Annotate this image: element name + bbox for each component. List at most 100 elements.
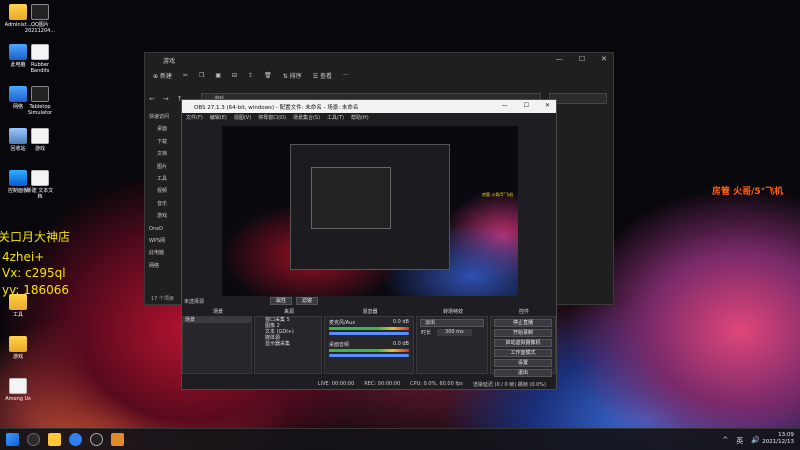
rename-icon[interactable]: ⊟ [232,72,237,79]
nav-item[interactable]: 快速访问 [149,111,183,123]
nav-item[interactable]: 网络 [149,260,183,272]
scenes-panel: 场景 场景 [182,309,252,374]
forward-icon[interactable]: → [163,95,169,103]
doc-icon [31,128,49,144]
desktop-icon[interactable]: QQ图片 20211204... [18,4,62,34]
copy-icon[interactable]: ❐ [199,72,204,79]
track-level: 0.0 dB [392,319,409,325]
nav-item[interactable]: 此电脑 [149,247,183,259]
nav-item[interactable]: 音乐 [149,198,183,210]
desktop-icon-label: 游戏 [34,146,45,152]
obs-menu-item[interactable]: 停靠窗口(D) [258,114,286,121]
obs-maximize-icon[interactable]: ☐ [524,102,529,109]
source-item[interactable]: 显示器采集 [255,341,321,347]
close-icon[interactable]: ✕ [601,55,607,63]
control-button[interactable]: 启动虚拟摄像机 [494,339,552,347]
nav-item[interactable]: 工具 [149,173,183,185]
start-icon[interactable] [6,433,19,446]
tray-icon[interactable]: 🔊 [751,436,760,446]
nested-obs-preview [290,144,450,270]
volume-slider[interactable] [329,332,409,335]
desktop-icon-label: Tabletop Simulator [27,104,53,116]
desktop-icon[interactable]: Among Us [0,378,40,402]
cpu-fps: CPU: 0.0%, 60.00 fps [410,381,463,387]
desktop-icon[interactable]: 工具 [0,294,40,318]
track-level: 0.0 dB [392,341,409,347]
obs-close-icon[interactable]: ✕ [545,102,550,109]
control-button[interactable]: 开始录制 [494,329,552,337]
control-button[interactable]: 工作室模式 [494,349,552,357]
control-button[interactable]: 停止直播 [494,319,552,327]
view-button[interactable]: ☰ 查看 [313,71,332,80]
more-button[interactable]: ··· [343,72,349,79]
obs-minimize-icon[interactable]: — [502,102,508,109]
track-name: 麦克风/Aux [329,320,356,326]
tray-icon[interactable]: ^ [722,436,728,446]
control-button[interactable]: 设置 [494,359,552,367]
obs-preview[interactable]: 房管 火哥/5°飞机 [222,126,518,296]
obs-menu-item[interactable]: 视图(V) [234,114,251,121]
explorer-title: 游戏 [163,57,176,65]
mixer-track: 麦克风/Aux 0.0 dB [325,317,413,335]
controls-header: 控件 [518,309,529,315]
obs-menu-item[interactable]: 文件(F) [186,114,203,121]
dark-icon [31,86,49,102]
nav-item[interactable]: OneD [149,223,183,235]
sort-button[interactable]: ⇅ 排序 [283,71,302,80]
transitions-header: 转场特效 [442,309,463,315]
scene-item[interactable]: 场景 [183,317,251,323]
share-icon[interactable]: ⇪ [248,72,253,79]
edge-taskbar-icon[interactable] [69,433,82,446]
obs-menu-item[interactable]: 帮助(H) [351,114,369,121]
properties-button[interactable]: 属性 [270,297,292,305]
search-input[interactable] [549,93,607,104]
transition-select[interactable]: 淡出 [420,319,484,327]
control-button[interactable]: 退出 [494,369,552,377]
nav-item[interactable]: 游戏 [149,210,183,222]
desktop-icon[interactable]: 游戏 [18,128,62,152]
clock[interactable]: 13:09 2021/12/13 [762,432,794,446]
nav-item[interactable]: 图片 [149,161,183,173]
delete-icon[interactable]: 🗑 [264,72,272,79]
desktop-icon[interactable]: Rubber Bandits [18,44,62,74]
volume-slider[interactable] [329,354,409,357]
desktop-icon-label: 新建 文本文 档 [26,188,54,200]
clock-time: 13:09 [778,432,794,438]
obs-title: OBS 27.1.3 (64-bit, windows) - 配置文件: 未命名… [194,104,359,111]
paste-icon[interactable]: ▣ [215,72,221,79]
nav-item[interactable]: 文档 [149,148,183,160]
preview-overlay-text: 房管 火哥/5°飞机 [482,192,514,197]
app-taskbar-icon[interactable] [111,433,124,446]
obs-menu-item[interactable]: 场景集合(S) [293,114,320,121]
duration-input[interactable]: 300 ms [437,329,472,336]
search-icon[interactable] [27,433,40,446]
file-explorer-taskbar-icon[interactable] [48,433,61,446]
nav-item[interactable]: 桌面 [149,123,183,135]
obs-menu-item[interactable]: 工具(T) [327,114,344,121]
obs-taskbar-icon[interactable] [90,433,103,446]
obs-window: OBS 27.1.3 (64-bit, windows) - 配置文件: 未命名… [181,99,557,390]
maximize-icon[interactable]: ☐ [579,55,585,63]
filters-button[interactable]: 滤镜 [296,297,318,305]
nav-item[interactable]: WPS网 [149,235,183,247]
desktop-icon-label: Rubber Bandits [30,62,50,74]
transitions-panel: 转场特效 淡出 时长 300 ms [416,309,488,374]
sort-label: 排序 [289,73,302,80]
desktop-icon-label: 游戏 [12,354,23,360]
view-label: 查看 [319,73,332,80]
desktop-icon[interactable]: Tabletop Simulator [18,86,62,116]
overlay-right-text: 房管 火哥/5°飞机 [712,187,784,197]
cut-icon[interactable]: ✂ [183,72,188,79]
volume-meter [329,327,409,330]
minimize-icon[interactable]: — [556,55,563,63]
tray-icon[interactable]: 英 [736,436,743,446]
new-button[interactable]: ⊕ 新建 [153,71,172,80]
nav-item[interactable]: 下载 [149,136,183,148]
back-icon[interactable]: ← [149,95,155,103]
nav-item[interactable]: 视频 [149,185,183,197]
doc-icon [9,378,27,394]
desktop-icon[interactable]: 新建 文本文 档 [18,170,62,200]
live-time: LIVE: 00:00:00 [317,381,355,387]
desktop-icon[interactable]: 游戏 [0,336,40,360]
obs-menu-item[interactable]: 编辑(E) [210,114,227,121]
